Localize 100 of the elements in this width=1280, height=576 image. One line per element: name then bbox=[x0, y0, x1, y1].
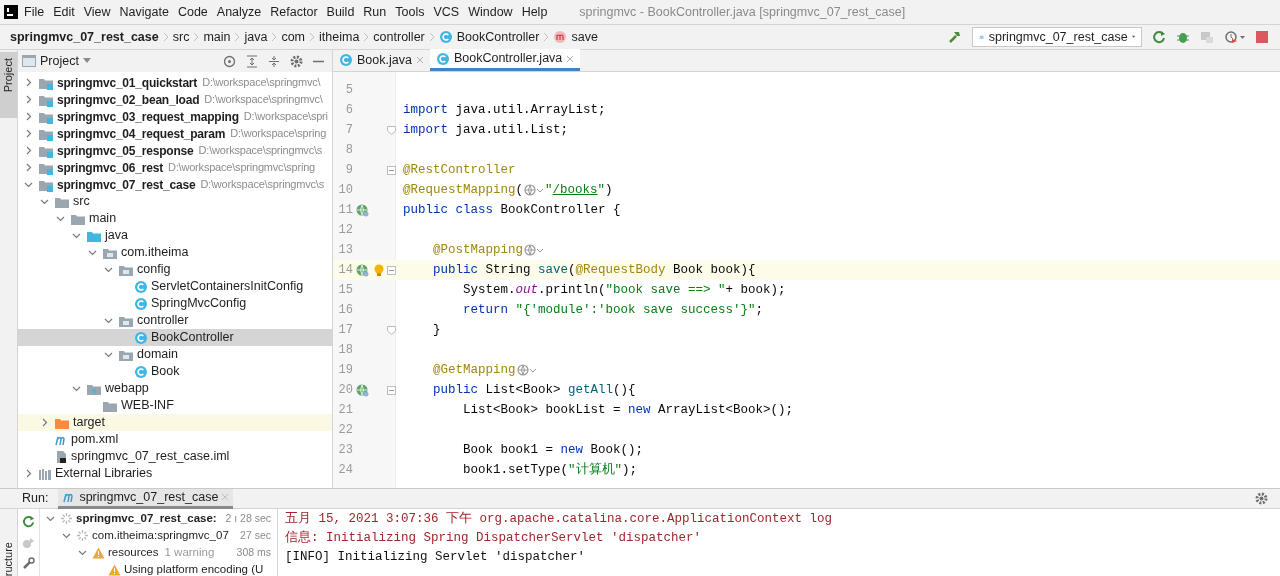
close-icon[interactable] bbox=[566, 54, 575, 63]
chevron-icon bbox=[309, 32, 316, 42]
build-step-label[interactable]: resources bbox=[108, 543, 159, 562]
build-step-label[interactable]: com.itheima:springmvc_07 bbox=[92, 526, 229, 545]
tree-item-label[interactable]: springmvc_04_request_param bbox=[57, 124, 226, 143]
tree-item-label[interactable]: com.itheima bbox=[121, 243, 189, 262]
line-number: 5 bbox=[344, 82, 353, 99]
fold-marker-icon[interactable] bbox=[387, 165, 396, 175]
fold-marker-icon[interactable] bbox=[387, 325, 396, 335]
tree-item-label[interactable]: webapp bbox=[105, 379, 149, 398]
tree-item-label[interactable]: main bbox=[89, 209, 117, 228]
breadcrumb-item[interactable]: src bbox=[172, 27, 190, 47]
line-number: 23 bbox=[337, 442, 353, 459]
breadcrumb-item[interactable]: itheima bbox=[319, 27, 360, 47]
build-step-label[interactable]: Using platform encoding (U bbox=[124, 560, 264, 576]
menu-item[interactable]: Run bbox=[363, 2, 387, 22]
profiler-dropdown-icon[interactable] bbox=[1224, 30, 1246, 44]
code-line: book1.setType("计算机"); bbox=[462, 461, 638, 479]
chevron-icon bbox=[363, 32, 370, 42]
app-logo-icon bbox=[4, 5, 18, 19]
globe-icon[interactable] bbox=[524, 244, 545, 256]
locate-icon[interactable] bbox=[223, 54, 236, 68]
menu-item[interactable]: Navigate bbox=[119, 2, 169, 22]
tree-item-label[interactable]: config bbox=[137, 260, 171, 279]
class-icon bbox=[134, 296, 148, 311]
tree-item-label[interactable]: springmvc_06_rest bbox=[57, 158, 163, 177]
settings-icon[interactable] bbox=[1255, 492, 1268, 505]
breadcrumb-item[interactable]: com bbox=[281, 27, 306, 47]
collapse-all-icon[interactable] bbox=[268, 54, 280, 68]
menu-item[interactable]: Analyze bbox=[216, 2, 262, 22]
tree-item-label[interactable]: domain bbox=[137, 345, 178, 364]
menu-item[interactable]: Help bbox=[521, 2, 548, 22]
globe-icon[interactable] bbox=[516, 364, 537, 376]
tree-item-label[interactable]: ServletContainersInitConfig bbox=[151, 277, 304, 296]
globe-icon[interactable] bbox=[524, 184, 545, 196]
class-icon bbox=[134, 279, 148, 294]
menu-item[interactable]: Build bbox=[326, 2, 355, 22]
caret-icon bbox=[82, 58, 91, 64]
class-icon bbox=[134, 364, 148, 379]
breadcrumb-item[interactable]: springmvc_07_rest_case bbox=[10, 27, 159, 47]
menu-item[interactable]: VCS bbox=[433, 2, 460, 22]
menu-item[interactable]: Edit bbox=[53, 2, 75, 22]
line-number: 12 bbox=[337, 222, 353, 239]
hammer-icon[interactable] bbox=[948, 30, 962, 44]
run-tab[interactable]: springmvc_07_rest_case bbox=[58, 488, 234, 509]
breadcrumb-item[interactable]: save bbox=[571, 27, 598, 47]
line-number: 17 bbox=[337, 322, 353, 339]
menu-item[interactable]: Refactor bbox=[270, 2, 318, 22]
side-tab[interactable]: Project bbox=[0, 52, 17, 118]
toggle-icon[interactable] bbox=[22, 536, 35, 549]
tree-item-label[interactable]: springmvc_03_request_mapping bbox=[57, 107, 239, 126]
rerun-icon[interactable] bbox=[22, 515, 35, 528]
tree-item-label[interactable]: target bbox=[73, 413, 105, 432]
tree-item-label[interactable]: External Libraries bbox=[55, 464, 153, 483]
menu-item[interactable]: Code bbox=[177, 2, 208, 22]
web-endpoint-icon[interactable] bbox=[355, 263, 369, 277]
breadcrumb-item[interactable]: main bbox=[203, 27, 231, 47]
fold-marker-icon[interactable] bbox=[387, 385, 396, 395]
tree-item-label[interactable]: WEB-INF bbox=[121, 396, 174, 415]
warning-icon bbox=[108, 563, 121, 576]
project-view-dropdown[interactable]: Project bbox=[40, 51, 91, 71]
web-endpoint-icon[interactable] bbox=[355, 383, 369, 397]
menu-item[interactable]: Window bbox=[468, 2, 513, 22]
web-endpoint-icon[interactable] bbox=[355, 203, 369, 217]
menu-item[interactable]: File bbox=[24, 2, 45, 22]
tree-item-label[interactable]: Book bbox=[151, 362, 180, 381]
tree-item-label[interactable]: SpringMvcConfig bbox=[151, 294, 247, 313]
debug-icon[interactable] bbox=[1176, 30, 1190, 44]
lightbulb-icon[interactable] bbox=[374, 263, 384, 277]
code-line: "/books") bbox=[545, 181, 613, 199]
build-step-label[interactable]: springmvc_07_rest_case: bbox=[76, 509, 217, 528]
settings-icon[interactable] bbox=[290, 54, 303, 68]
class-icon bbox=[339, 53, 353, 67]
breadcrumb-item[interactable]: BookController bbox=[456, 27, 540, 47]
tree-item-label[interactable]: src bbox=[73, 192, 90, 211]
tree-item-label[interactable]: springmvc_02_bean_load bbox=[57, 90, 200, 109]
tree-item-label[interactable]: springmvc_01_quickstart bbox=[57, 73, 198, 92]
tree-item-label[interactable]: java bbox=[105, 226, 128, 245]
tree-item-label[interactable]: springmvc_05_response bbox=[57, 141, 194, 160]
editor-tab[interactable]: BookController.java bbox=[429, 49, 581, 71]
breadcrumb-item[interactable]: java bbox=[244, 27, 268, 47]
tree-item-label[interactable]: springmvc_07_rest_case.iml bbox=[71, 447, 230, 466]
fold-marker-icon[interactable] bbox=[387, 125, 396, 135]
wrench-icon[interactable] bbox=[22, 557, 35, 570]
menu-item[interactable]: View bbox=[83, 2, 111, 22]
tree-item-label[interactable]: pom.xml bbox=[71, 430, 119, 449]
editor-tab[interactable]: Book.java bbox=[333, 49, 430, 71]
expand-all-icon[interactable] bbox=[246, 54, 258, 68]
console-line: 信息: Initializing Spring DispatcherServlet 'dispatcher' bbox=[285, 529, 703, 547]
tree-item-label[interactable]: springmvc_07_rest_case bbox=[57, 175, 196, 194]
line-number: 19 bbox=[337, 362, 353, 379]
line-number: 11 bbox=[337, 202, 353, 219]
rerun-icon[interactable] bbox=[1152, 30, 1166, 44]
run-configuration-dropdown[interactable]: springmvc_07_rest_case bbox=[972, 27, 1142, 47]
tree-item-label[interactable]: controller bbox=[137, 311, 189, 330]
path-label: D:\workspace\spri bbox=[243, 109, 328, 125]
menu-item[interactable]: Tools bbox=[395, 2, 425, 22]
breadcrumb-item[interactable]: controller bbox=[373, 27, 425, 47]
fold-marker-icon[interactable] bbox=[387, 265, 396, 275]
path-label: D:\workspace\spring bbox=[230, 126, 327, 142]
